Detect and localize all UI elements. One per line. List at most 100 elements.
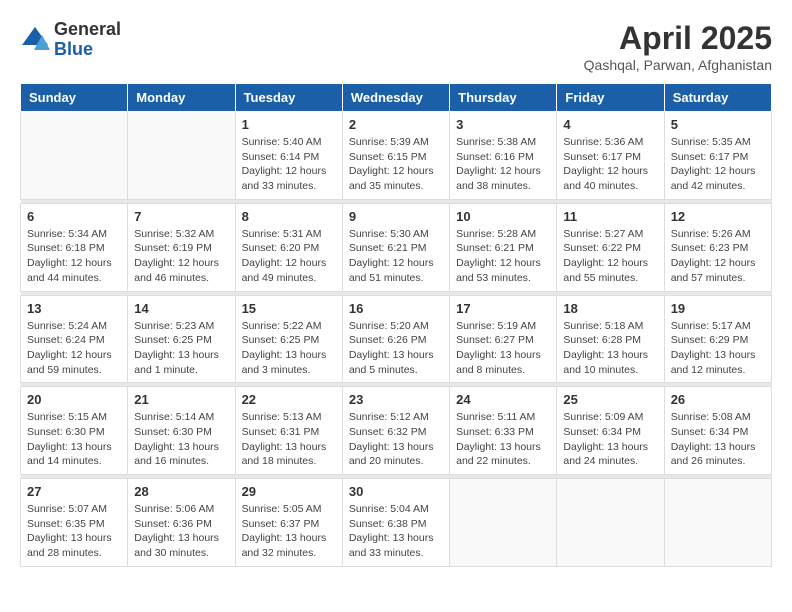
day-info: Sunrise: 5:04 AM Sunset: 6:38 PM Dayligh… <box>349 502 443 561</box>
calendar-cell: 7Sunrise: 5:32 AM Sunset: 6:19 PM Daylig… <box>128 203 235 291</box>
weekday-header-thursday: Thursday <box>450 84 557 112</box>
weekday-header-wednesday: Wednesday <box>342 84 449 112</box>
weekday-header-monday: Monday <box>128 84 235 112</box>
day-info: Sunrise: 5:40 AM Sunset: 6:14 PM Dayligh… <box>242 135 336 194</box>
day-number: 19 <box>671 301 765 316</box>
day-info: Sunrise: 5:28 AM Sunset: 6:21 PM Dayligh… <box>456 227 550 286</box>
calendar-cell: 24 Sunrise: 5:11 AM Sunset: 6:33 PM Dayli… <box>450 387 557 475</box>
calendar-cell <box>21 112 128 200</box>
day-number: 28 <box>134 484 228 499</box>
logo: General Blue <box>20 20 121 60</box>
day-info: Sunrise: 5:18 AM Sunset: 6:28 PM Dayligh… <box>563 319 657 378</box>
calendar-cell: 23 Sunrise: 5:12 AM Sunset: 6:32 PM Dayli… <box>342 387 449 475</box>
day-number: 3 <box>456 117 550 132</box>
weekday-header-saturday: Saturday <box>664 84 771 112</box>
page-header: General Blue April 2025 Qashqal, Parwan,… <box>20 20 772 73</box>
calendar-cell: 4 Sunrise: 5:36 AM Sunset: 6:17 PM Daylig… <box>557 112 664 200</box>
day-info: Sunrise: 5:11 AM Sunset: 6:33 PM Dayligh… <box>456 410 550 469</box>
calendar-cell: 2Sunrise: 5:39 AM Sunset: 6:15 PM Daylig… <box>342 112 449 200</box>
calendar-cell: 26Sunrise: 5:08 AM Sunset: 6:34 PM Dayli… <box>664 387 771 475</box>
day-number: 11 <box>563 209 657 224</box>
day-number: 30 <box>349 484 443 499</box>
day-number: 15 <box>242 301 336 316</box>
calendar-cell: 9 Sunrise: 5:30 AM Sunset: 6:21 PM Daylig… <box>342 203 449 291</box>
calendar-cell: 29 Sunrise: 5:05 AM Sunset: 6:37 PM Dayli… <box>235 479 342 567</box>
calendar-cell: 27Sunrise: 5:07 AM Sunset: 6:35 PM Dayli… <box>21 479 128 567</box>
day-number: 27 <box>27 484 121 499</box>
day-number: 4 <box>563 117 657 132</box>
day-info: Sunrise: 5:30 AM Sunset: 6:21 PM Dayligh… <box>349 227 443 286</box>
day-number: 29 <box>242 484 336 499</box>
day-number: 24 <box>456 392 550 407</box>
logo-text: General Blue <box>54 20 121 60</box>
calendar-cell: 15 Sunrise: 5:22 AM Sunset: 6:25 PM Dayli… <box>235 295 342 383</box>
week-row-3: 13Sunrise: 5:24 AM Sunset: 6:24 PM Dayli… <box>21 295 772 383</box>
location: Qashqal, Parwan, Afghanistan <box>584 57 772 73</box>
calendar-cell: 17Sunrise: 5:19 AM Sunset: 6:27 PM Dayli… <box>450 295 557 383</box>
day-number: 6 <box>27 209 121 224</box>
day-number: 22 <box>242 392 336 407</box>
day-info: Sunrise: 5:35 AM Sunset: 6:17 PM Dayligh… <box>671 135 765 194</box>
title-area: April 2025 Qashqal, Parwan, Afghanistan <box>584 20 772 73</box>
calendar-cell: 30 Sunrise: 5:04 AM Sunset: 6:38 PM Dayli… <box>342 479 449 567</box>
day-info: Sunrise: 5:13 AM Sunset: 6:31 PM Dayligh… <box>242 410 336 469</box>
calendar-cell: 13Sunrise: 5:24 AM Sunset: 6:24 PM Dayli… <box>21 295 128 383</box>
day-number: 16 <box>349 301 443 316</box>
calendar-cell: 28Sunrise: 5:06 AM Sunset: 6:36 PM Dayli… <box>128 479 235 567</box>
day-info: Sunrise: 5:05 AM Sunset: 6:37 PM Dayligh… <box>242 502 336 561</box>
day-info: Sunrise: 5:22 AM Sunset: 6:25 PM Dayligh… <box>242 319 336 378</box>
calendar-cell: 19 Sunrise: 5:17 AM Sunset: 6:29 PM Dayli… <box>664 295 771 383</box>
calendar-cell: 5 Sunrise: 5:35 AM Sunset: 6:17 PM Daylig… <box>664 112 771 200</box>
day-number: 14 <box>134 301 228 316</box>
logo-blue: Blue <box>54 40 121 60</box>
calendar-cell <box>128 112 235 200</box>
day-number: 20 <box>27 392 121 407</box>
calendar-cell: 20 Sunrise: 5:15 AM Sunset: 6:30 PM Dayli… <box>21 387 128 475</box>
weekday-header-friday: Friday <box>557 84 664 112</box>
logo-icon <box>20 25 50 55</box>
calendar-cell: 22 Sunrise: 5:13 AM Sunset: 6:31 PM Dayli… <box>235 387 342 475</box>
day-info: Sunrise: 5:31 AM Sunset: 6:20 PM Dayligh… <box>242 227 336 286</box>
calendar-cell <box>557 479 664 567</box>
weekday-header-sunday: Sunday <box>21 84 128 112</box>
day-info: Sunrise: 5:17 AM Sunset: 6:29 PM Dayligh… <box>671 319 765 378</box>
day-number: 18 <box>563 301 657 316</box>
calendar-cell: 6 Sunrise: 5:34 AM Sunset: 6:18 PM Daylig… <box>21 203 128 291</box>
calendar-cell: 25 Sunrise: 5:09 AM Sunset: 6:34 PM Dayli… <box>557 387 664 475</box>
day-info: Sunrise: 5:36 AM Sunset: 6:17 PM Dayligh… <box>563 135 657 194</box>
calendar-cell <box>664 479 771 567</box>
day-info: Sunrise: 5:12 AM Sunset: 6:32 PM Dayligh… <box>349 410 443 469</box>
day-info: Sunrise: 5:19 AM Sunset: 6:27 PM Dayligh… <box>456 319 550 378</box>
day-number: 25 <box>563 392 657 407</box>
calendar-cell: 8Sunrise: 5:31 AM Sunset: 6:20 PM Daylig… <box>235 203 342 291</box>
calendar-cell: 18 Sunrise: 5:18 AM Sunset: 6:28 PM Dayli… <box>557 295 664 383</box>
day-number: 23 <box>349 392 443 407</box>
day-info: Sunrise: 5:08 AM Sunset: 6:34 PM Dayligh… <box>671 410 765 469</box>
day-info: Sunrise: 5:32 AM Sunset: 6:19 PM Dayligh… <box>134 227 228 286</box>
week-row-4: 20 Sunrise: 5:15 AM Sunset: 6:30 PM Dayli… <box>21 387 772 475</box>
day-info: Sunrise: 5:09 AM Sunset: 6:34 PM Dayligh… <box>563 410 657 469</box>
weekday-header-tuesday: Tuesday <box>235 84 342 112</box>
day-number: 5 <box>671 117 765 132</box>
day-number: 13 <box>27 301 121 316</box>
day-number: 9 <box>349 209 443 224</box>
day-info: Sunrise: 5:20 AM Sunset: 6:26 PM Dayligh… <box>349 319 443 378</box>
weekday-header-row: SundayMondayTuesdayWednesdayThursdayFrid… <box>21 84 772 112</box>
month-title: April 2025 <box>584 20 772 57</box>
calendar-table: SundayMondayTuesdayWednesdayThursdayFrid… <box>20 83 772 567</box>
day-info: Sunrise: 5:23 AM Sunset: 6:25 PM Dayligh… <box>134 319 228 378</box>
week-row-5: 27Sunrise: 5:07 AM Sunset: 6:35 PM Dayli… <box>21 479 772 567</box>
day-info: Sunrise: 5:14 AM Sunset: 6:30 PM Dayligh… <box>134 410 228 469</box>
week-row-2: 6 Sunrise: 5:34 AM Sunset: 6:18 PM Daylig… <box>21 203 772 291</box>
day-info: Sunrise: 5:15 AM Sunset: 6:30 PM Dayligh… <box>27 410 121 469</box>
calendar-cell: 11Sunrise: 5:27 AM Sunset: 6:22 PM Dayli… <box>557 203 664 291</box>
day-number: 2 <box>349 117 443 132</box>
calendar-cell: 10 Sunrise: 5:28 AM Sunset: 6:21 PM Dayli… <box>450 203 557 291</box>
day-info: Sunrise: 5:34 AM Sunset: 6:18 PM Dayligh… <box>27 227 121 286</box>
day-number: 10 <box>456 209 550 224</box>
week-row-1: 1 Sunrise: 5:40 AM Sunset: 6:14 PM Daylig… <box>21 112 772 200</box>
calendar-cell <box>450 479 557 567</box>
calendar-cell: 21Sunrise: 5:14 AM Sunset: 6:30 PM Dayli… <box>128 387 235 475</box>
calendar-cell: 12Sunrise: 5:26 AM Sunset: 6:23 PM Dayli… <box>664 203 771 291</box>
day-number: 1 <box>242 117 336 132</box>
